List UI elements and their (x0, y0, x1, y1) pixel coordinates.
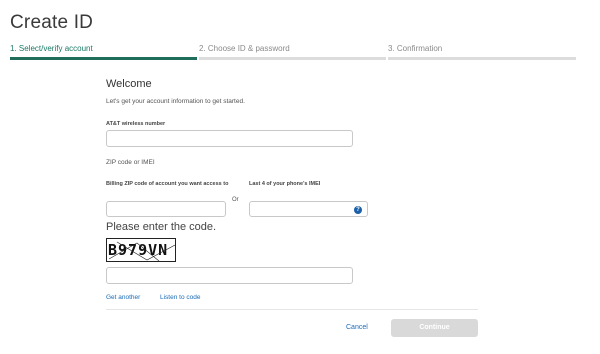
or-separator: Or (232, 197, 239, 203)
listen-to-code-link[interactable]: Listen to code (160, 294, 200, 301)
continue-button[interactable]: Continue (391, 319, 478, 337)
captcha-noise-lines (108, 241, 175, 261)
divider (106, 309, 478, 310)
step-label: 1. Select/verify account (10, 44, 93, 53)
billing-zip-label: Billing ZIP code of account you want acc… (106, 181, 229, 187)
phone-number-label: AT&T wireless number (106, 121, 166, 127)
step-choose-id-password: 2. Choose ID & password (199, 44, 386, 62)
step-select-verify-account: 1. Select/verify account (10, 44, 197, 62)
get-another-code-link[interactable]: Get another (106, 294, 140, 301)
step-label: 3. Confirmation (388, 44, 443, 53)
cancel-button[interactable]: Cancel (346, 324, 368, 331)
intro-text: Let's get your account information to ge… (106, 98, 245, 105)
step-confirmation: 3. Confirmation (388, 44, 576, 62)
phone-number-field-wrapper (106, 130, 353, 149)
step-progress-bar (388, 57, 576, 60)
imei-field-wrapper: ? (249, 201, 368, 220)
step-progress-bar (10, 57, 197, 60)
imei-input[interactable] (250, 205, 367, 220)
captcha-prompt: Please enter the code. (106, 221, 217, 233)
help-icon[interactable]: ? (354, 205, 362, 214)
captcha-image: B979VN (106, 238, 176, 262)
welcome-heading: Welcome (106, 78, 152, 90)
captcha-field-wrapper (106, 267, 353, 286)
captcha-input[interactable] (107, 271, 352, 286)
imei-label: Last 4 of your phone's IMEI (249, 181, 321, 187)
progress-steps: 1. Select/verify account 2. Choose ID & … (10, 44, 576, 62)
page-title: Create ID (10, 12, 94, 33)
step-label: 2. Choose ID & password (199, 44, 290, 53)
step-progress-bar (199, 57, 386, 60)
phone-number-input[interactable] (107, 134, 352, 149)
billing-zip-input[interactable] (107, 205, 225, 220)
zip-or-imei-heading: ZIP code or IMEI (106, 159, 155, 166)
billing-zip-field-wrapper (106, 201, 226, 220)
